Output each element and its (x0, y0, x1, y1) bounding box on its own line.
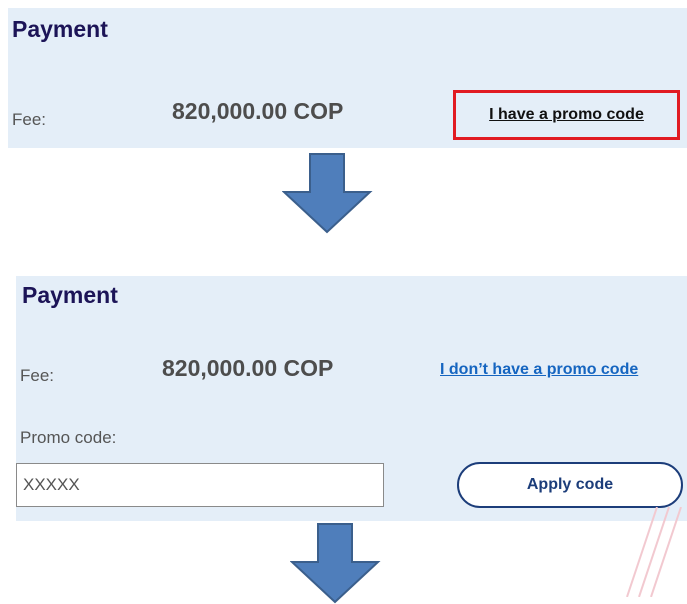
promo-code-label: Promo code: (20, 428, 117, 447)
fee-amount: 820,000.00 COP (172, 98, 344, 124)
decorative-lines (626, 507, 682, 597)
page-title: Payment (12, 16, 108, 42)
promo-code-input[interactable]: XXXXX (16, 463, 384, 507)
fee-label: Fee: (20, 366, 55, 385)
arrow-down-icon (282, 153, 373, 234)
fee-label: Fee: (12, 110, 47, 129)
arrow-down-icon (290, 523, 381, 604)
fee-amount: 820,000.00 COP (162, 355, 334, 381)
no-promo-code-link[interactable]: I don’t have a promo code (440, 361, 638, 379)
apply-code-button[interactable]: Apply code (457, 462, 683, 508)
have-promo-code-link[interactable]: I have a promo code (453, 90, 680, 140)
page-title: Payment (22, 282, 118, 308)
